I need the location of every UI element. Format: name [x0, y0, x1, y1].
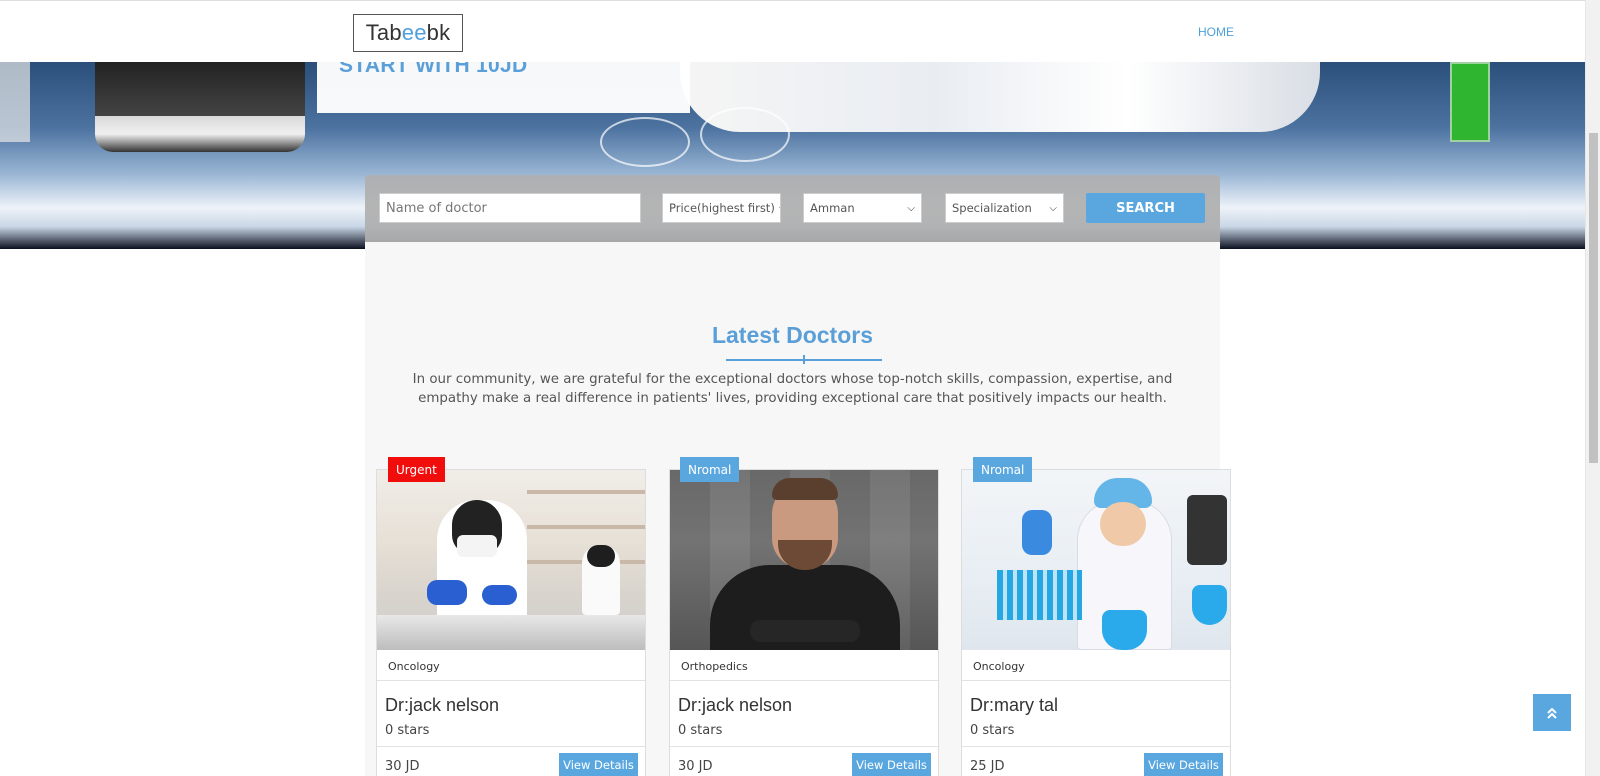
doctor-card: Oncology Dr:jack nelson 0 stars 30 JD Vi… [376, 469, 646, 776]
logo-accent: ee [401, 20, 427, 45]
hero-microscope-image [95, 62, 305, 152]
card-divider [377, 746, 645, 747]
city-select[interactable]: Amman ⌵ [803, 193, 922, 223]
doctor-name-input[interactable] [379, 193, 641, 223]
title-underline-tick [803, 355, 805, 364]
section-intro: In our community, we are grateful for th… [412, 372, 1173, 406]
price-sort-select[interactable]: Price(highest first) ⌵ [662, 193, 781, 223]
doctor-name: Dr:jack nelson [385, 695, 500, 715]
section-title: Latest Doctors [711, 322, 874, 348]
chevron-down-icon: ⌵ [779, 203, 780, 214]
page-scrollbar[interactable] [1585, 0, 1600, 776]
status-badge: Nromal [973, 457, 1033, 482]
doctor-name: Dr:jack nelson [678, 695, 793, 715]
card-divider [962, 746, 1230, 747]
doctor-photo [670, 470, 938, 650]
hero-flask-image [700, 107, 790, 162]
doctor-rating: 0 stars [678, 723, 723, 738]
price-sort-value: Price(highest first) [669, 201, 775, 215]
doctor-specialization: Oncology [377, 650, 645, 681]
site-logo[interactable]: Tab ee bk [353, 14, 463, 52]
doctor-card: Oncology Dr:mary tal 0 stars 25 JD View … [961, 469, 1231, 776]
hero-green-beaker-image [1450, 62, 1490, 142]
logo-prefix: Tab [365, 20, 402, 45]
view-details-button[interactable]: View Details [1144, 753, 1223, 776]
chevron-down-icon: ⌵ [907, 202, 915, 214]
doctor-card: Orthopedics Dr:jack nelson 0 stars 30 JD… [669, 469, 939, 776]
card-divider [670, 746, 938, 747]
view-details-button[interactable]: View Details [852, 753, 931, 776]
doctor-specialization: Orthopedics [670, 650, 938, 681]
scrollbar-thumb[interactable] [1589, 133, 1598, 463]
double-chevron-up-icon [1547, 707, 1557, 719]
doctor-photo [377, 470, 645, 650]
doctor-rating: 0 stars [970, 723, 1015, 738]
status-badge: Nromal [680, 457, 740, 482]
doctor-price: 30 JD [385, 759, 420, 774]
doctor-rating: 0 stars [385, 723, 430, 738]
view-details-button[interactable]: View Details [559, 753, 638, 776]
top-navbar: Tab ee bk HOME [0, 0, 1585, 62]
nav-home-link[interactable]: HOME [1198, 25, 1234, 39]
search-bar: Price(highest first) ⌵ Amman ⌵ Specializ… [365, 175, 1220, 242]
hero-flask-image [600, 117, 690, 167]
doctor-price: 30 JD [678, 759, 713, 774]
status-badge: Urgent [388, 457, 445, 482]
doctor-photo [962, 470, 1230, 650]
chevron-down-icon: ⌵ [1049, 202, 1057, 214]
specialization-value: Specialization [952, 201, 1032, 215]
city-value: Amman [810, 201, 855, 215]
logo-suffix: bk [426, 20, 451, 45]
back-to-top-button[interactable] [1533, 694, 1571, 731]
search-button[interactable]: SEARCH [1086, 193, 1205, 223]
hero-image-decor [0, 62, 30, 142]
doctor-name: Dr:mary tal [970, 695, 1059, 715]
specialization-select[interactable]: Specialization ⌵ [945, 193, 1064, 223]
doctor-price: 25 JD [970, 759, 1005, 774]
doctor-specialization: Oncology [962, 650, 1230, 681]
